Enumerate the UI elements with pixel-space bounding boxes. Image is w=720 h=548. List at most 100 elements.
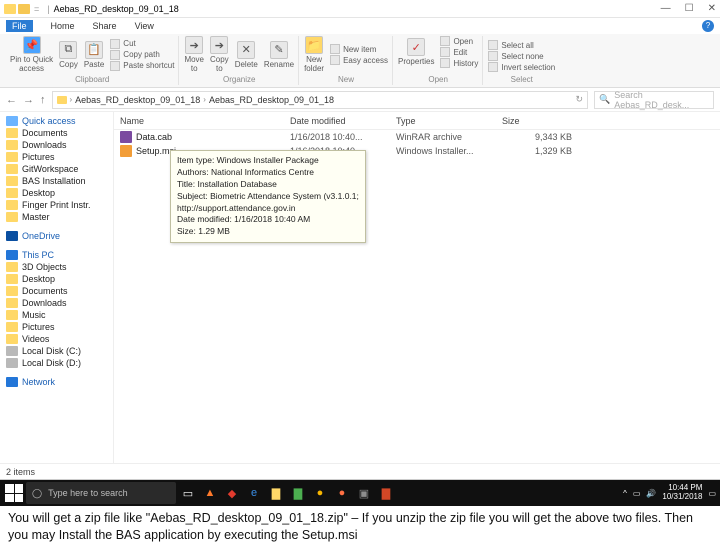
history-button[interactable]: History [440, 58, 478, 68]
sidebar: Quick access DocumentsDownloadsPicturesG… [0, 112, 114, 463]
col-type[interactable]: Type [396, 116, 502, 126]
breadcrumb[interactable]: Aebas_RD_desktop_09_01_18 [209, 95, 334, 105]
ribbon-group-organize: ➔Move to ➔Copy to ✕Delete ✎Rename Organi… [180, 36, 299, 85]
refresh-button[interactable]: ↻ [575, 94, 583, 105]
minimize-button[interactable]: — [661, 3, 671, 14]
sidebar-item[interactable]: Desktop [0, 273, 113, 285]
sidebar-item[interactable]: Documents [0, 285, 113, 297]
folder-icon [6, 298, 18, 308]
taskbar-search[interactable]: ◯ Type here to search [26, 482, 176, 504]
tray-chevron-icon[interactable]: ^ [623, 489, 627, 498]
separator: | [47, 4, 49, 14]
col-date[interactable]: Date modified [290, 116, 396, 126]
menu-home[interactable]: Home [51, 21, 75, 31]
select-all-button[interactable]: Select all [488, 40, 555, 50]
sidebar-item[interactable]: Documents [0, 127, 113, 139]
delete-icon: ✕ [237, 41, 255, 59]
help-icon[interactable]: ? [702, 20, 714, 32]
sidebar-item[interactable]: Downloads [0, 297, 113, 309]
file-row[interactable]: Data.cab1/16/2018 10:40...WinRAR archive… [114, 130, 720, 144]
network-tray-icon[interactable]: ▭ [633, 489, 641, 498]
sidebar-item[interactable]: Local Disk (C:) [0, 345, 113, 357]
sidebar-item[interactable]: Pictures [0, 321, 113, 333]
move-to-button[interactable]: ➔Move to [184, 36, 204, 73]
edge-icon[interactable]: e [244, 483, 264, 503]
volume-tray-icon[interactable]: 🔊 [646, 489, 656, 498]
new-folder-button[interactable]: 📁New folder [304, 36, 324, 73]
paste-button[interactable]: 📋Paste [84, 41, 104, 69]
back-button[interactable]: ← [6, 94, 17, 106]
sidebar-item[interactable]: Videos [0, 333, 113, 345]
notifications-icon[interactable]: ▭ [708, 489, 716, 498]
sidebar-this-pc[interactable]: This PC [0, 248, 113, 261]
powerpoint-icon[interactable]: ▇ [376, 483, 396, 503]
pin-icon: 📌 [23, 36, 41, 54]
properties-button[interactable]: ✓Properties [398, 38, 434, 66]
select-all-icon [488, 40, 498, 50]
paste-shortcut-button[interactable]: Paste shortcut [110, 61, 174, 71]
folder-icon [6, 262, 18, 272]
open-button[interactable]: Open [440, 36, 478, 46]
sidebar-item[interactable]: Desktop [0, 187, 113, 199]
firefox-icon[interactable]: ● [332, 483, 352, 503]
folder-icon [6, 200, 18, 210]
task-view-button[interactable]: ▭ [178, 483, 198, 503]
sidebar-item[interactable]: BAS Installation [0, 175, 113, 187]
group-label: Select [511, 74, 533, 85]
copy-button[interactable]: ⧉Copy [59, 41, 78, 69]
network-icon [6, 377, 18, 387]
pin-button[interactable]: 📌Pin to Quick access [10, 36, 53, 73]
vlc-icon[interactable]: ▲ [200, 483, 220, 503]
sidebar-onedrive[interactable]: OneDrive [0, 229, 113, 242]
easy-access-button[interactable]: Easy access [330, 55, 388, 65]
folder-icon [57, 96, 67, 104]
app-icon[interactable]: ▣ [354, 483, 374, 503]
select-none-button[interactable]: Select none [488, 51, 555, 61]
invert-selection-button[interactable]: Invert selection [488, 62, 555, 72]
sidebar-network[interactable]: Network [0, 375, 113, 388]
menu-share[interactable]: Share [93, 21, 117, 31]
rename-button[interactable]: ✎Rename [264, 41, 294, 69]
edit-button[interactable]: Edit [440, 47, 478, 57]
chevron-icon: › [203, 95, 206, 104]
pdf-icon[interactable]: ◆ [222, 483, 242, 503]
sidebar-item[interactable]: Finger Print Instr. [0, 199, 113, 211]
copy-icon: ⧉ [59, 41, 77, 59]
copy-to-button[interactable]: ➔Copy to [210, 36, 229, 73]
forward-button[interactable]: → [23, 94, 34, 106]
slide-caption: You will get a zip file like "Aebas_RD_d… [0, 506, 720, 548]
close-button[interactable]: ✕ [708, 3, 716, 14]
sidebar-item[interactable]: GitWorkspace [0, 163, 113, 175]
sidebar-quick-access[interactable]: Quick access [0, 114, 113, 127]
search-input[interactable]: 🔍 Search Aebas_RD_desk... [594, 91, 714, 109]
up-button[interactable]: ↑ [40, 94, 46, 106]
copy-path-button[interactable]: Copy path [110, 50, 174, 60]
sidebar-item[interactable]: Downloads [0, 139, 113, 151]
sidebar-item[interactable]: 3D Objects [0, 261, 113, 273]
menu-view[interactable]: View [135, 21, 154, 31]
maximize-button[interactable]: ☐ [685, 3, 694, 14]
col-size[interactable]: Size [502, 116, 572, 126]
select-none-icon [488, 51, 498, 61]
cut-button[interactable]: Cut [110, 39, 174, 49]
sidebar-item[interactable]: Pictures [0, 151, 113, 163]
status-bar: 2 items [0, 463, 720, 479]
sidebar-item[interactable]: Master [0, 211, 113, 223]
address-field[interactable]: › Aebas_RD_desktop_09_01_18 › Aebas_RD_d… [52, 91, 589, 109]
new-item-button[interactable]: New item [330, 44, 388, 54]
window-title: Aebas_RD_desktop_09_01_18 [54, 4, 179, 14]
start-button[interactable] [4, 483, 24, 503]
col-name[interactable]: Name [120, 116, 290, 126]
search-icon: 🔍 [599, 94, 610, 105]
delete-button[interactable]: ✕Delete [235, 41, 258, 69]
clock[interactable]: 10:44 PM 10/31/2018 [662, 484, 702, 502]
breadcrumb[interactable]: Aebas_RD_desktop_09_01_18 [75, 95, 200, 105]
explorer-icon[interactable]: ▇ [266, 483, 286, 503]
move-icon: ➔ [185, 36, 203, 54]
address-bar: ← → ↑ › Aebas_RD_desktop_09_01_18 › Aeba… [0, 88, 720, 112]
sidebar-item[interactable]: Music [0, 309, 113, 321]
sidebar-item[interactable]: Local Disk (D:) [0, 357, 113, 369]
menu-file[interactable]: File [6, 20, 33, 32]
excel-icon[interactable]: ▇ [288, 483, 308, 503]
chrome-icon[interactable]: ● [310, 483, 330, 503]
